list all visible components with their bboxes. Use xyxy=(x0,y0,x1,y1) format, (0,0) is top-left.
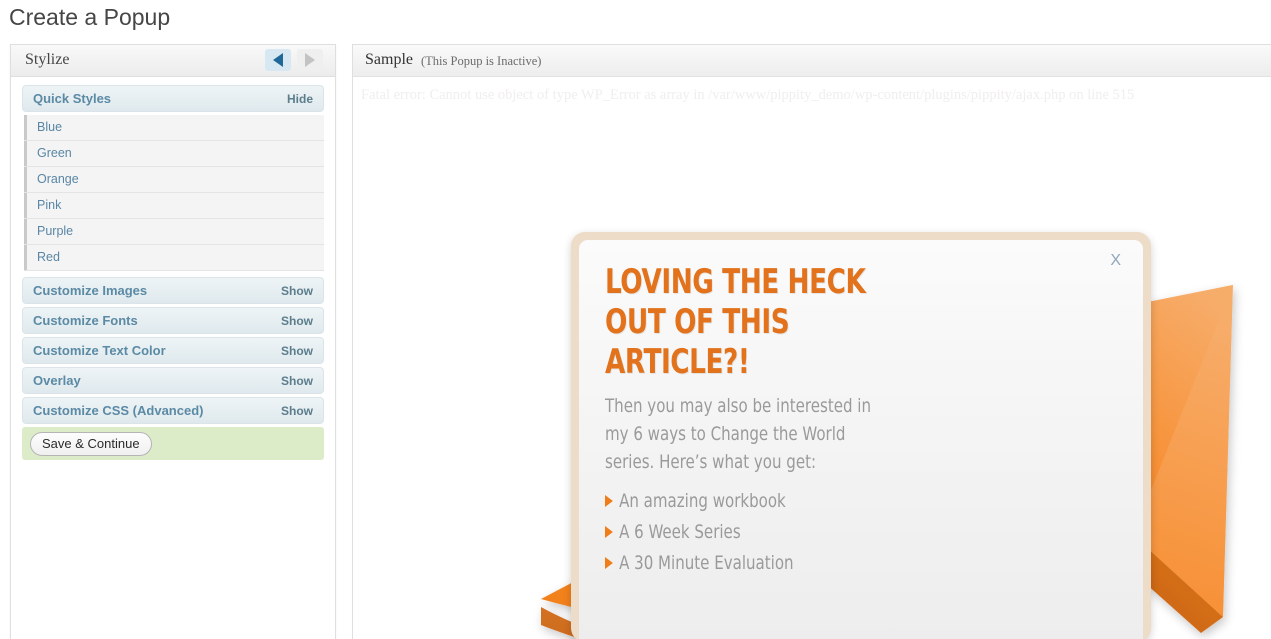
triangle-right-icon xyxy=(305,53,315,67)
section-toggle-link[interactable]: Show xyxy=(281,374,313,388)
section-toggle-link[interactable]: Show xyxy=(281,404,313,418)
app-root: Create a Popup Stylize Quick Styles Hide… xyxy=(0,0,1271,639)
list-item[interactable]: Blue xyxy=(24,115,324,141)
section-label: Customize Images xyxy=(33,283,148,298)
list-item-label: Pink xyxy=(37,198,62,212)
stylize-panel-header: Stylize xyxy=(11,45,335,77)
list-item-label: An amazing workbook xyxy=(619,490,786,512)
list-item-label: A 30 Minute Evaluation xyxy=(619,552,794,574)
sample-panel-header: Sample (This Popup is Inactive) xyxy=(353,45,1271,77)
list-item[interactable]: Orange xyxy=(24,167,324,193)
section-label: Quick Styles xyxy=(33,91,112,106)
section-header-overlay[interactable]: Overlay Show xyxy=(22,367,324,394)
section-label: Customize Text Color xyxy=(33,343,166,358)
arrow-bullet-icon xyxy=(605,557,613,569)
section-toggle-link[interactable]: Show xyxy=(281,344,313,358)
panel-nav-buttons xyxy=(265,49,323,71)
stylize-panel: Stylize Quick Styles Hide Blue Green Ora… xyxy=(10,44,336,639)
sample-panel-title: Sample xyxy=(365,51,413,68)
section-header-customize-css[interactable]: Customize CSS (Advanced) Show xyxy=(22,397,324,424)
arrow-bullet-icon xyxy=(605,526,613,538)
page-title: Create a Popup xyxy=(9,4,171,30)
sample-panel-status: (This Popup is Inactive) xyxy=(421,54,542,68)
list-item[interactable]: Red xyxy=(24,245,324,271)
stylize-panel-title: Stylize xyxy=(25,51,70,68)
popup-headline: Loving the heck out of this article?! xyxy=(605,262,866,382)
list-item[interactable]: Pink xyxy=(24,193,324,219)
section-label: Overlay xyxy=(33,373,81,388)
list-item-label: Purple xyxy=(37,224,74,238)
triangle-left-icon xyxy=(273,53,283,67)
popup-preview: X Loving the heck out of this article?! … xyxy=(571,232,1151,639)
list-item: A 30 Minute Evaluation xyxy=(605,552,895,574)
section-toggle-link[interactable]: Hide xyxy=(287,92,313,106)
fatal-error-message: Fatal error: Cannot use object of type W… xyxy=(361,87,1135,103)
section-header-customize-fonts[interactable]: Customize Fonts Show xyxy=(22,307,324,334)
list-item[interactable]: Green xyxy=(24,141,324,167)
popup-body-text: Then you may also be interested in my 6 … xyxy=(605,395,872,473)
section-header-quick-styles[interactable]: Quick Styles Hide xyxy=(22,85,324,112)
list-item-label: Red xyxy=(37,250,60,264)
save-bar: Save & Continue xyxy=(22,427,324,460)
save-and-continue-button[interactable]: Save & Continue xyxy=(30,431,152,456)
list-item[interactable]: Purple xyxy=(24,219,324,245)
arrow-bullet-icon xyxy=(605,495,613,507)
list-item-label: Orange xyxy=(37,172,79,186)
popup-inner-panel: X Loving the heck out of this article?! … xyxy=(579,240,1143,639)
section-toggle-link[interactable]: Show xyxy=(281,284,313,298)
list-item: An amazing workbook xyxy=(605,490,895,512)
list-item-label: Blue xyxy=(37,120,63,134)
stylize-panel-body: Quick Styles Hide Blue Green Orange Pink… xyxy=(11,77,335,460)
section-header-customize-images[interactable]: Customize Images Show xyxy=(22,277,324,304)
quick-styles-list: Blue Green Orange Pink Purple Red xyxy=(24,115,324,271)
section-label: Customize Fonts xyxy=(33,313,138,328)
section-toggle-link[interactable]: Show xyxy=(281,314,313,328)
popup-content: Loving the heck out of this article?! Th… xyxy=(605,262,905,590)
section-label: Customize CSS (Advanced) xyxy=(33,403,204,418)
list-item-label: Green xyxy=(37,146,72,160)
list-item: A 6 Week Series xyxy=(605,521,895,543)
sample-panel: Sample (This Popup is Inactive) Fatal er… xyxy=(352,44,1271,639)
sample-preview-stage: Fatal error: Cannot use object of type W… xyxy=(353,77,1271,639)
next-step-button[interactable] xyxy=(297,49,323,71)
list-item-label: A 6 Week Series xyxy=(619,521,741,543)
prev-step-button[interactable] xyxy=(265,49,291,71)
popup-benefit-list: An amazing workbook A 6 Week Series A 30… xyxy=(605,490,895,574)
section-header-customize-text-color[interactable]: Customize Text Color Show xyxy=(22,337,324,364)
close-icon[interactable]: X xyxy=(1110,252,1121,270)
